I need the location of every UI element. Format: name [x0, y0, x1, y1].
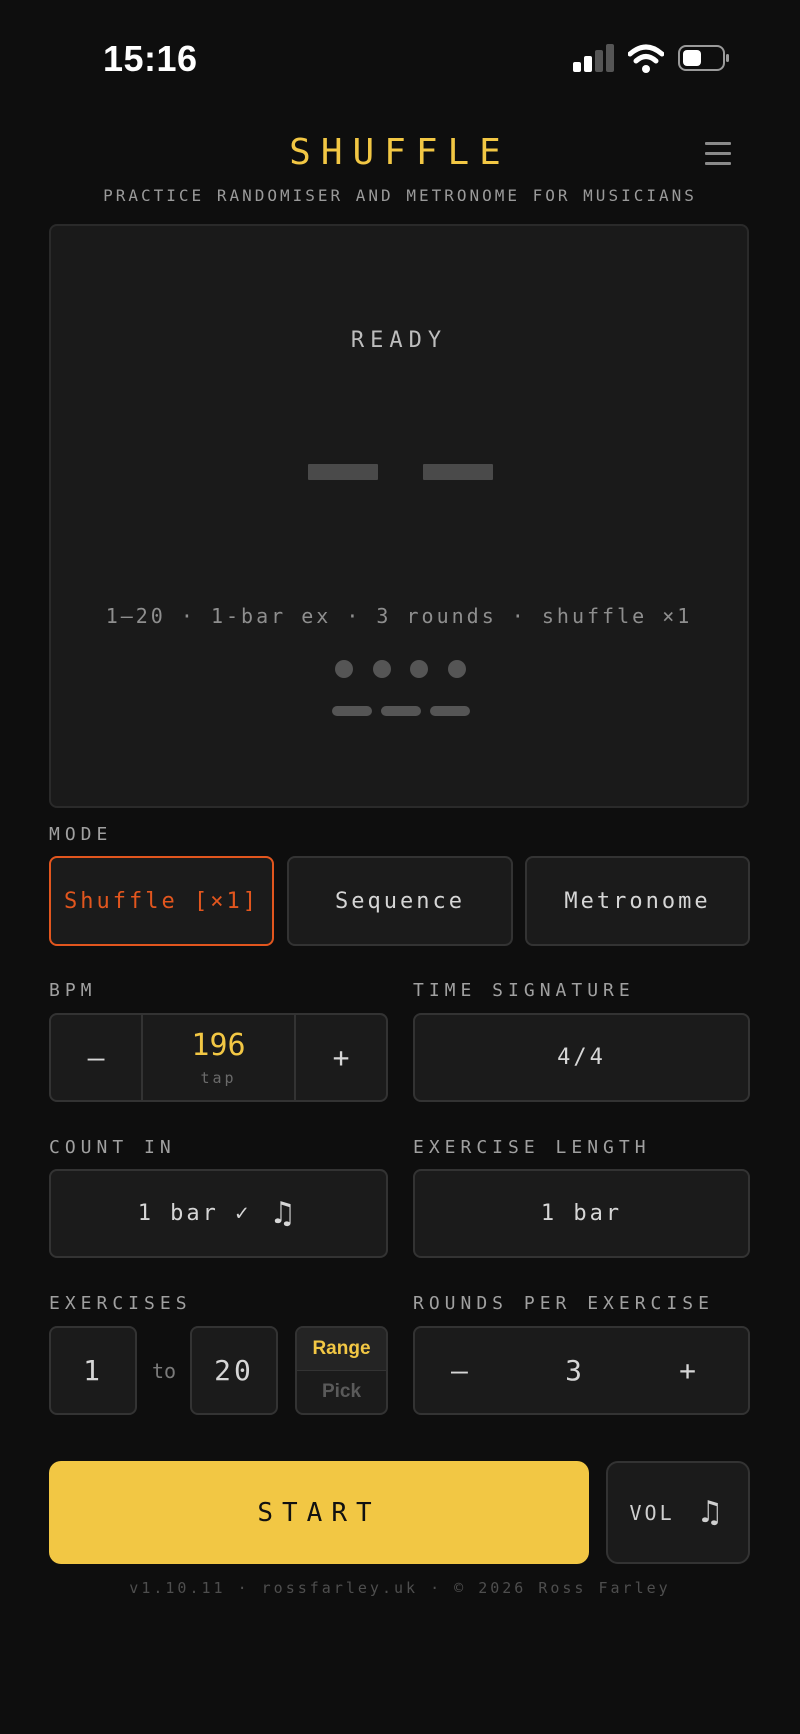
mode-shuffle-button[interactable]: Shuffle [×1]: [49, 856, 274, 946]
footer-text: v1.10.11 · rossfarley.uk · © 2026 Ross F…: [129, 1579, 671, 1597]
music-note-icon: ♫: [696, 1495, 727, 1530]
count-in-value: 1 bar ✓: [137, 1201, 252, 1226]
app-title: SHUFFLE: [289, 132, 511, 173]
bpm-increase-button[interactable]: +: [296, 1015, 386, 1100]
wifi-icon: [628, 44, 664, 73]
exercises-label: EXERCISES: [49, 1293, 192, 1314]
cellular-signal-icon: [573, 44, 615, 72]
round-indicator: [332, 706, 372, 716]
bpm-stepper: – 196 tap +: [49, 1013, 388, 1102]
round-indicator: [430, 706, 470, 716]
to-label: to: [152, 1359, 177, 1383]
tap-label: tap: [200, 1069, 237, 1087]
time-signature-label: TIME SIGNATURE: [413, 980, 635, 1001]
display-panel: READY 1–20 · 1-bar ex · 3 rounds · shuff…: [49, 224, 749, 808]
count-in-label: COUNT IN: [49, 1137, 176, 1158]
round-indicator: [381, 706, 421, 716]
bpm-label: BPM: [49, 980, 97, 1001]
volume-button[interactable]: VOL ♫: [606, 1461, 750, 1564]
exercise-length-select[interactable]: 1 bar: [413, 1169, 750, 1258]
bpm-tap-button[interactable]: 196 tap: [141, 1015, 296, 1100]
bpm-decrease-button[interactable]: –: [51, 1015, 141, 1100]
menu-icon[interactable]: [705, 142, 731, 166]
battery-icon: [678, 45, 729, 71]
start-button[interactable]: START: [49, 1461, 589, 1564]
range-option[interactable]: Range: [297, 1328, 386, 1371]
status-text: READY: [350, 328, 448, 353]
number-placeholder-right: [423, 464, 493, 480]
mode-sequence-button[interactable]: Sequence: [287, 856, 513, 946]
rounds-increase-button[interactable]: +: [679, 1354, 696, 1387]
music-note-icon: ♫: [269, 1196, 300, 1231]
beat-dot: [373, 660, 391, 678]
rounds-label: ROUNDS PER EXERCISE: [413, 1293, 714, 1314]
number-placeholder-left: [308, 464, 378, 480]
exercise-length-label: EXERCISE LENGTH: [413, 1137, 651, 1158]
beat-dot: [335, 660, 353, 678]
mode-metronome-button[interactable]: Metronome: [525, 856, 750, 946]
beat-dot: [410, 660, 428, 678]
app-subtitle: PRACTICE RANDOMISER AND METRONOME FOR MU…: [103, 186, 697, 205]
volume-label: VOL: [629, 1500, 675, 1525]
exercise-to-input[interactable]: 20: [190, 1326, 278, 1415]
beat-dot: [448, 660, 466, 678]
pick-option[interactable]: Pick: [297, 1371, 386, 1413]
status-time: 15:16: [103, 38, 198, 79]
time-signature-select[interactable]: 4/4: [413, 1013, 750, 1102]
rounds-stepper: – 3 +: [413, 1326, 750, 1415]
count-in-button[interactable]: 1 bar ✓ ♫: [49, 1169, 388, 1258]
exercise-from-input[interactable]: 1: [49, 1326, 137, 1415]
rounds-decrease-button[interactable]: –: [451, 1354, 468, 1387]
mode-label: MODE: [49, 824, 113, 845]
range-pick-toggle: Range Pick: [295, 1326, 388, 1415]
bpm-value: 196: [191, 1028, 246, 1063]
rounds-value: 3: [565, 1354, 582, 1387]
settings-summary: 1–20 · 1-bar ex · 3 rounds · shuffle ×1: [105, 604, 693, 628]
